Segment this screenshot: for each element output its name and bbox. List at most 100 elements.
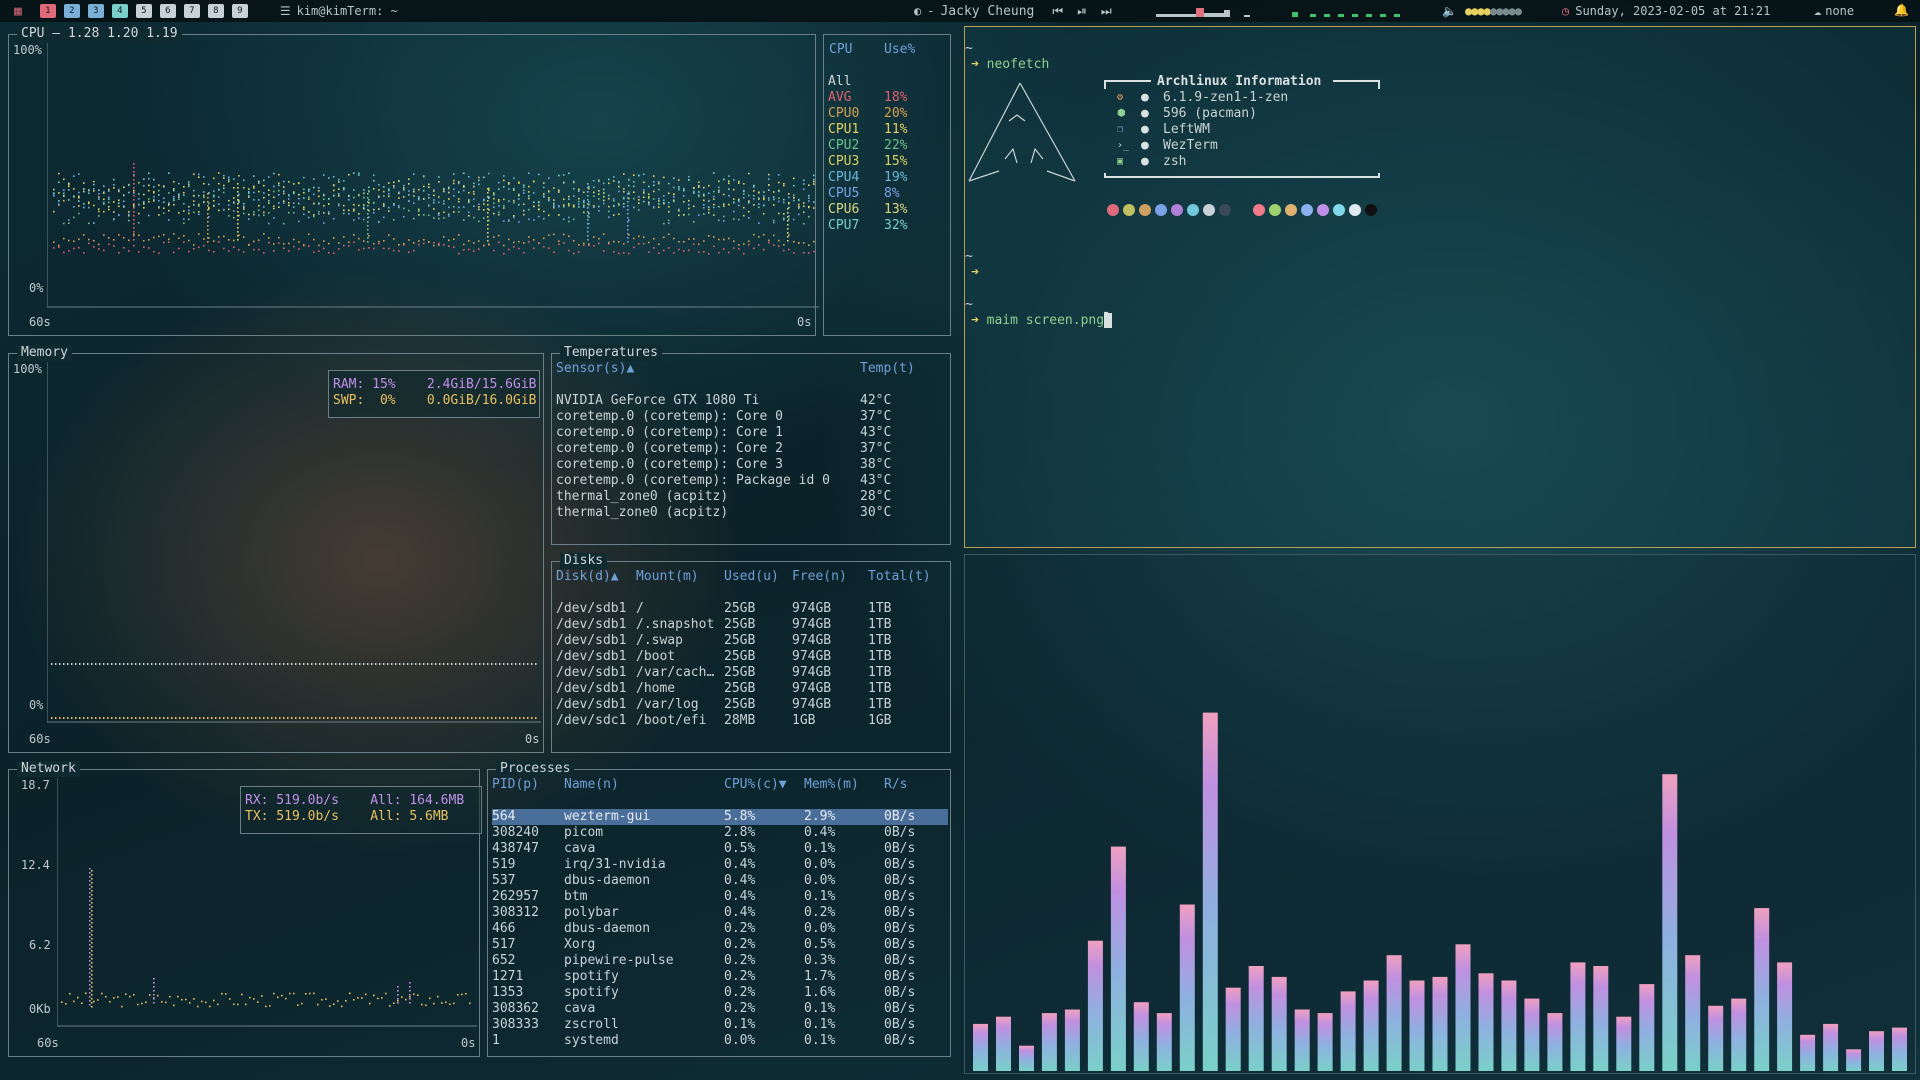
process-row[interactable]: 564 wezterm-gui 5.8% 2.9% 0B/s bbox=[492, 809, 948, 825]
cpu-trace-point bbox=[623, 243, 625, 245]
disk-header[interactable]: Used(u) bbox=[724, 569, 779, 585]
cpu-trace-point bbox=[258, 239, 260, 241]
process-header[interactable]: CPU%(c)▼ bbox=[724, 777, 787, 793]
disk-header[interactable]: Free(n) bbox=[792, 569, 847, 585]
cava-bar bbox=[1202, 712, 1218, 1071]
cpu-trace-point bbox=[268, 176, 270, 178]
cpu-trace-point bbox=[768, 199, 770, 201]
process-row[interactable]: 1271 spotify 0.2% 1.7% 0B/s bbox=[492, 969, 948, 985]
process-cell: 519 bbox=[492, 857, 516, 872]
tx-rate: TX: 519.0b/s All: 5.6MB bbox=[245, 809, 449, 824]
process-row[interactable]: 308240 picom 2.8% 0.4% 0B/s bbox=[492, 825, 948, 841]
cpu-trace-point bbox=[458, 252, 460, 255]
network-tx-point bbox=[91, 1002, 93, 1004]
workspace-9[interactable]: 9 bbox=[231, 4, 248, 18]
cava-window[interactable] bbox=[964, 554, 1916, 1074]
process-row[interactable]: 466 dbus-daemon 0.2% 0.0% 0B/s bbox=[492, 921, 948, 937]
process-row[interactable]: 438747 cava 0.5% 0.1% 0B/s bbox=[492, 841, 948, 857]
cpu-trace-point bbox=[233, 197, 235, 199]
cava-bar bbox=[1133, 1002, 1149, 1071]
disk-row[interactable]: /dev/sdb1/var/log 25GB 974GB 1TB bbox=[556, 697, 946, 713]
disk-row[interactable]: /dev/sdb1/var/cach… 25GB 974GB 1TB bbox=[556, 665, 946, 681]
process-cell: 0.1% bbox=[804, 1033, 836, 1048]
cpu-trace-point bbox=[813, 183, 815, 185]
cpu-trace-point bbox=[273, 217, 275, 219]
process-row[interactable]: 517 Xorg 0.2% 0.5% 0B/s bbox=[492, 937, 948, 953]
network-rx-point bbox=[409, 986, 411, 988]
process-header[interactable]: Mem%(m) bbox=[804, 777, 859, 793]
terminal-window[interactable]: ~ ➜ neofetch Archlinux Information ⚙ ● 6.1… bbox=[964, 26, 1916, 548]
process-row[interactable]: 1353 spotify 0.2% 1.6% 0B/s bbox=[492, 985, 948, 1001]
notification-bell-icon[interactable]: 🔔 bbox=[1894, 3, 1909, 17]
process-row[interactable]: 652 pipewire-pulse 0.2% 0.3% 0B/s bbox=[492, 953, 948, 969]
next-track-icon[interactable]: ⏭ bbox=[1101, 4, 1112, 19]
process-row[interactable]: 308312 polybar 0.4% 0.2% 0B/s bbox=[492, 905, 948, 921]
network-rx-point bbox=[89, 884, 91, 886]
cpu-trace-point bbox=[753, 186, 755, 188]
disk-row[interactable]: /dev/sdb1/boot 25GB 974GB 1TB bbox=[556, 649, 946, 665]
volume-icon[interactable]: 🔈 bbox=[1442, 4, 1457, 18]
process-header[interactable]: PID(p) bbox=[492, 777, 539, 793]
disk-header[interactable]: Mount(m) bbox=[636, 569, 699, 585]
process-header[interactable]: Name(n) bbox=[564, 777, 619, 793]
disk-row[interactable]: /dev/sdb1/home 25GB 974GB 1TB bbox=[556, 681, 946, 697]
cpu-trace-point bbox=[668, 211, 670, 213]
cpu-trace-point bbox=[698, 191, 700, 193]
workspace-5[interactable]: 5 bbox=[135, 4, 152, 18]
cpu-trace-point bbox=[558, 214, 560, 216]
cpu-trace-point bbox=[333, 195, 335, 197]
disk-row[interactable]: /dev/sdb1/.swap 25GB 974GB 1TB bbox=[556, 633, 946, 649]
cpu-trace-point bbox=[293, 183, 295, 185]
cpu-trace-point bbox=[488, 197, 490, 199]
cpu-trace-point bbox=[788, 196, 790, 199]
cpu-trace-point bbox=[808, 252, 810, 254]
cpu-trace-point bbox=[633, 197, 635, 200]
workspace-2[interactable]: 2 bbox=[63, 4, 80, 18]
disk-row[interactable]: /dev/sdb1/25GB 974GB 1TB bbox=[556, 601, 946, 617]
process-row[interactable]: 1 systemd 0.0% 0.1% 0B/s bbox=[492, 1033, 948, 1049]
process-row[interactable]: 308362 cava 0.2% 0.1% 0B/s bbox=[492, 1001, 948, 1017]
cpu-trace-point bbox=[188, 183, 190, 186]
network-rx-point bbox=[89, 1000, 91, 1002]
cpu-trace-point bbox=[93, 180, 95, 183]
disk-header[interactable]: Disk(d)▲ bbox=[556, 569, 619, 585]
disk-row[interactable]: /dev/sdb1/.snapshot 25GB 974GB 1TB bbox=[556, 617, 946, 633]
workspace-4[interactable]: 4 bbox=[111, 4, 128, 18]
cpu-trace-point bbox=[428, 183, 430, 186]
cpu-trace-point bbox=[143, 246, 145, 248]
disk-row[interactable]: /dev/sdc1/boot/efi 28MB 1GB 1GB bbox=[556, 713, 946, 729]
disk-header[interactable]: Total(t) bbox=[868, 569, 931, 585]
cpu-trace-point bbox=[68, 182, 70, 185]
temp-header-sensor[interactable]: Sensor(s)▲ bbox=[556, 361, 634, 377]
grid-menu-icon[interactable]: ▦ bbox=[14, 4, 22, 19]
cpu-trace-point bbox=[178, 237, 180, 239]
previous-track-icon[interactable]: ⏮ bbox=[1052, 4, 1063, 19]
process-row[interactable]: 262957 btm 0.4% 0.1% 0B/s bbox=[492, 889, 948, 905]
cpu-trace-point bbox=[648, 201, 650, 204]
workspace-3[interactable]: 3 bbox=[87, 4, 104, 18]
cpu-trace-point bbox=[523, 251, 525, 254]
cpu-spike-point bbox=[367, 225, 369, 227]
network-tx-point bbox=[91, 958, 93, 960]
cpu-row-name: All bbox=[828, 74, 852, 89]
network-tx-point bbox=[91, 906, 93, 908]
workspace-7[interactable]: 7 bbox=[183, 4, 200, 18]
temp-header-temp[interactable]: Temp(t) bbox=[860, 361, 915, 377]
play-pause-icon[interactable]: ⏯ bbox=[1077, 4, 1087, 19]
workspace-1[interactable]: 1 bbox=[39, 4, 56, 18]
cpu-trace-point bbox=[183, 186, 185, 188]
network-tx-point bbox=[457, 994, 459, 996]
cpu-spike-point bbox=[787, 228, 789, 230]
process-row[interactable]: 519 irq/31-nvidia 0.4% 0.0% 0B/s bbox=[492, 857, 948, 873]
process-header[interactable]: R/s bbox=[884, 777, 907, 793]
cpu-trace-point bbox=[738, 204, 740, 207]
workspace-6[interactable]: 6 bbox=[159, 4, 176, 18]
volume-level[interactable]: ●●●●●●●●● bbox=[1465, 4, 1522, 18]
process-row[interactable]: 308333 zscroll 0.1% 0.1% 0B/s bbox=[492, 1017, 948, 1033]
cpu-trace-point bbox=[213, 194, 215, 197]
cpu-trace-point bbox=[688, 249, 690, 251]
process-row[interactable]: 537 dbus-daemon 0.4% 0.0% 0B/s bbox=[492, 873, 948, 889]
workspace-8[interactable]: 8 bbox=[207, 4, 224, 18]
cpu-trace-point bbox=[188, 185, 190, 188]
cpu-trace-point bbox=[193, 200, 195, 202]
